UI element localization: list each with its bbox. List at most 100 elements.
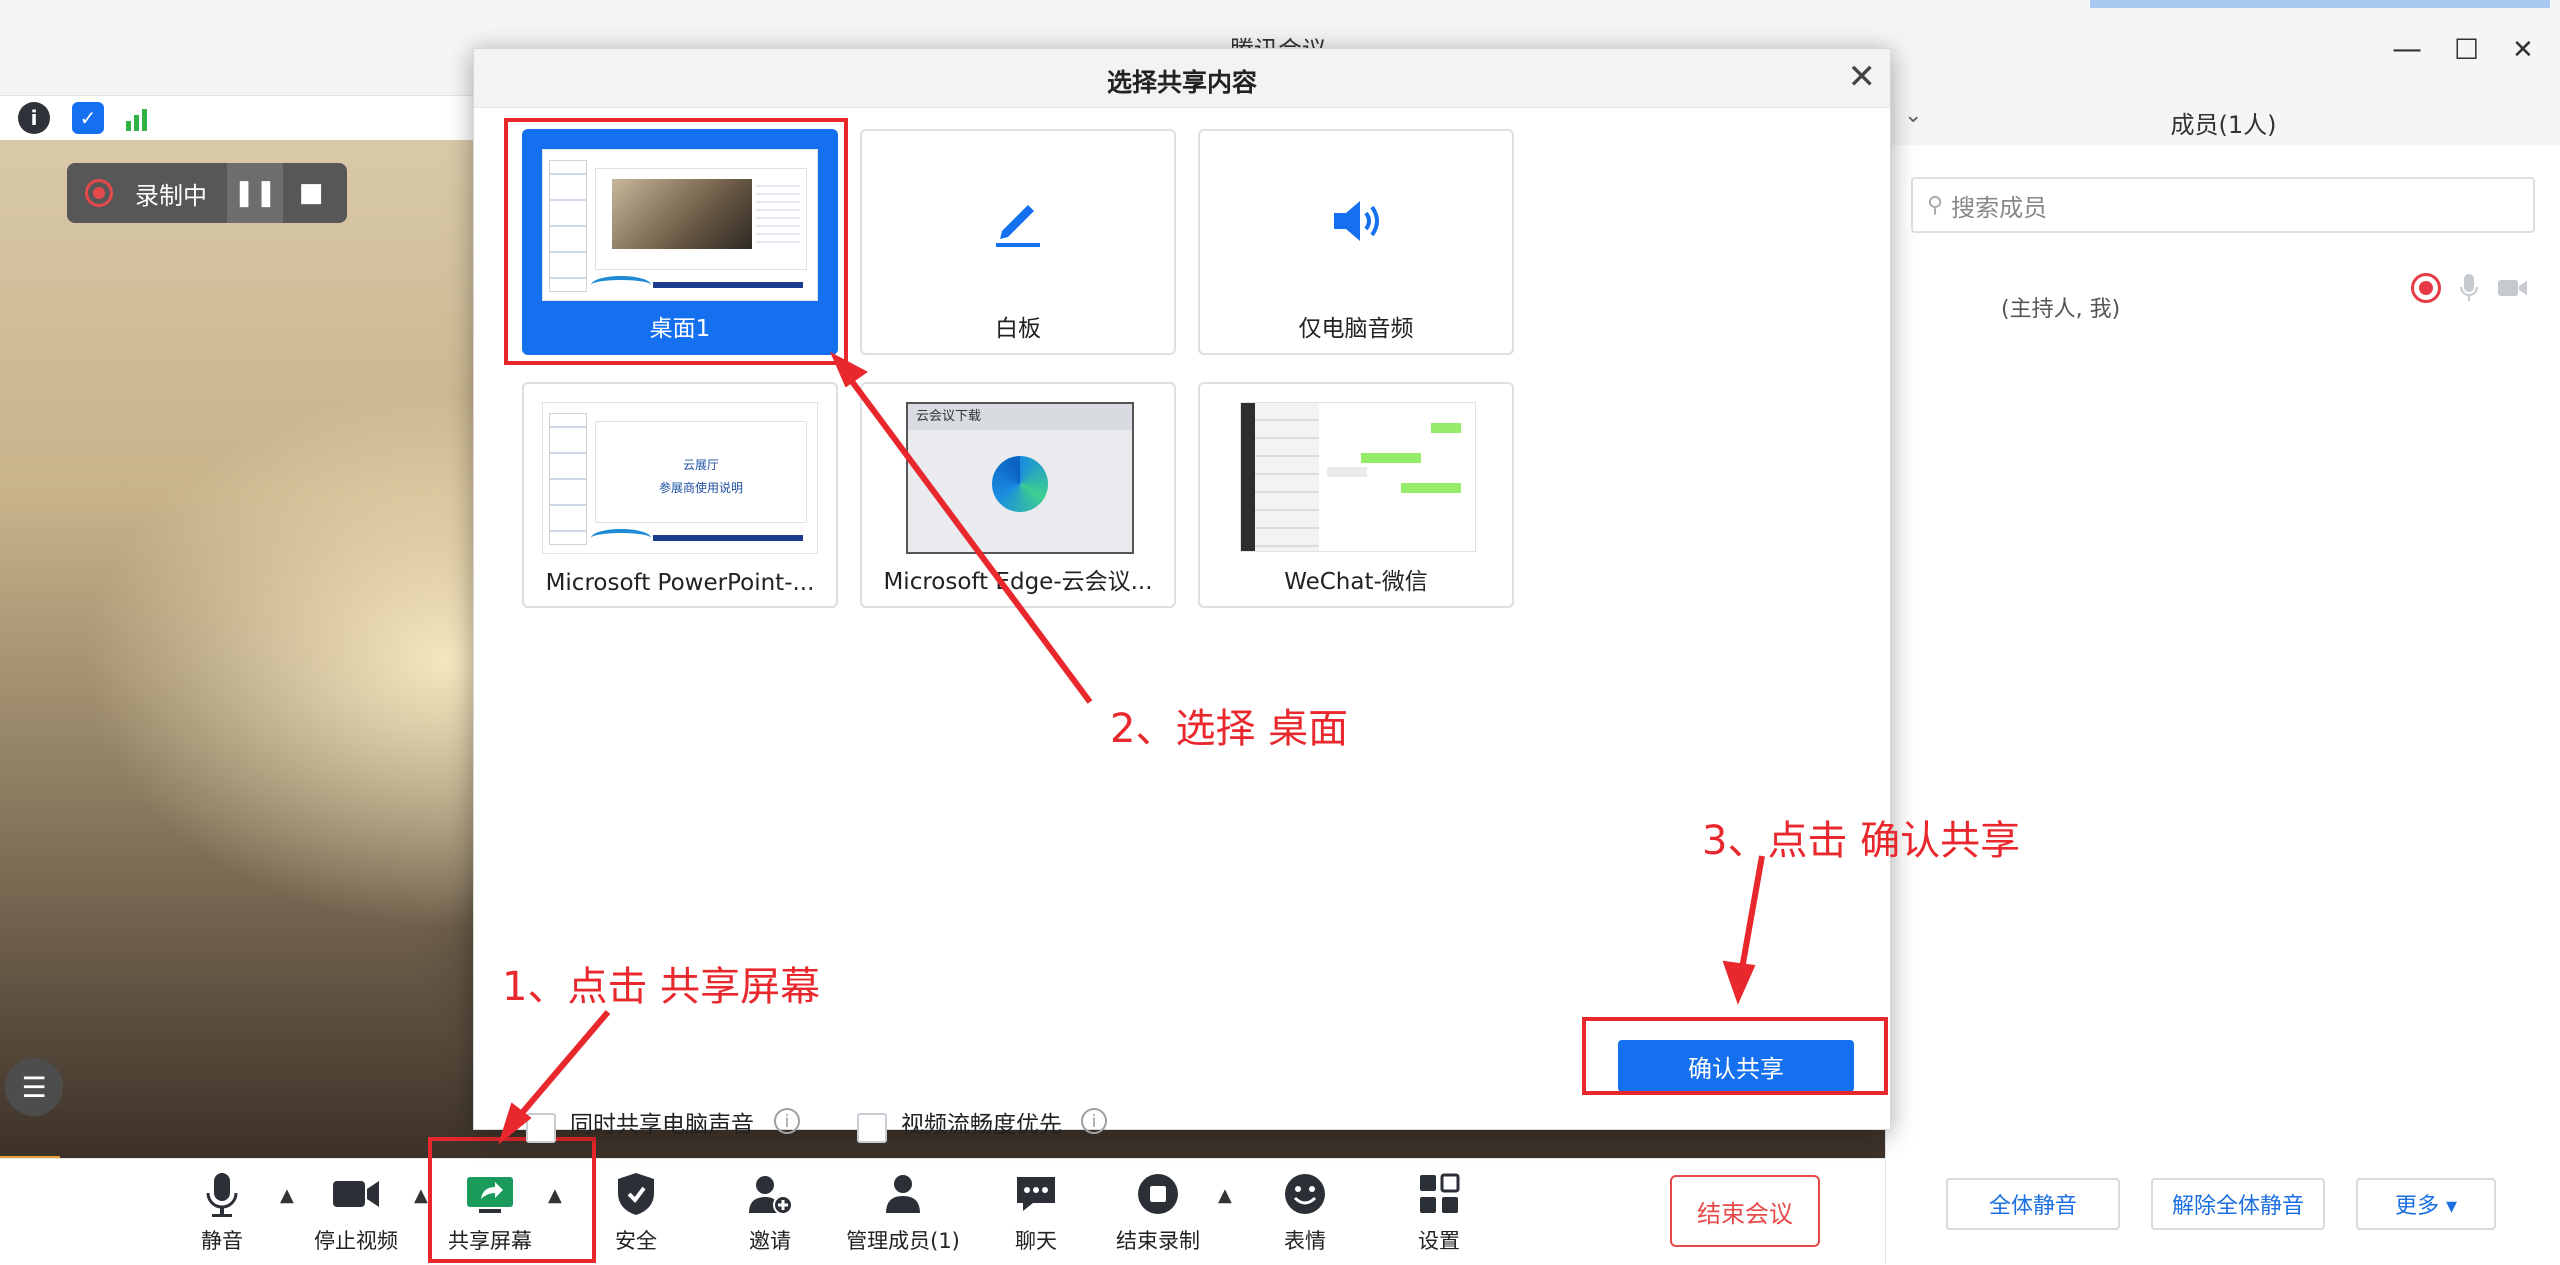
search-icon: ⚲ (1927, 192, 1944, 218)
members-panel: ⌄ 成员(1人) ⚲ 搜索成员 (主持人, 我) 全体静音 解除全体静音 更多 … (1885, 95, 2560, 1264)
emoji-icon (1245, 1169, 1365, 1223)
smooth-video-label: 视频流畅度优先 (901, 1112, 1062, 1138)
record-options-caret[interactable]: ▲ (1218, 1185, 1232, 1206)
stop-record-icon (1098, 1169, 1218, 1223)
stop-recording-toolbar-button[interactable]: 结束录制 (1098, 1169, 1218, 1255)
end-meeting-button[interactable]: 结束会议 (1670, 1175, 1820, 1247)
thumb-slide-list (549, 413, 587, 545)
camera-icon[interactable] (2497, 277, 2529, 299)
meeting-window: 腾讯会议 — ☐ ✕ i ✓ 录制中 ❚❚ ■ ☰ ⌄ 成员(1人) ⚲ 搜索成… (0, 0, 2560, 1265)
share-card-whiteboard[interactable]: 白板 (860, 129, 1176, 355)
confirm-share-highlight (1582, 1017, 1888, 1095)
settings-label: 设置 (1418, 1229, 1460, 1253)
info-icon[interactable]: i (1081, 1108, 1107, 1134)
wechat-bubble (1361, 453, 1421, 463)
search-placeholder: 搜索成员 (1951, 193, 2048, 222)
wechat-bubble (1401, 483, 1461, 493)
edge-logo-icon (992, 456, 1048, 512)
unmute-all-button[interactable]: 解除全体静音 (2151, 1178, 2325, 1230)
add-user-icon (710, 1169, 830, 1223)
smooth-video-checkbox[interactable] (857, 1113, 887, 1143)
minimize-button[interactable]: — (2392, 30, 2422, 70)
share-audio-label: 同时共享电脑声音 (570, 1112, 754, 1138)
maximize-button[interactable]: ☐ (2454, 30, 2479, 70)
edge-thumbnail: 云会议下载 (906, 402, 1134, 554)
members-title: 成员(1人) (2170, 111, 2277, 139)
annotation-step3: 3、点击 确认共享 (1702, 818, 2021, 864)
close-dialog-button[interactable]: ✕ (1848, 57, 1877, 97)
more-button[interactable]: 更多 ▾ (2356, 1178, 2496, 1230)
speaker-icon (1200, 191, 1512, 266)
member-role: (主持人, 我) (2001, 297, 2121, 322)
status-icons: i ✓ (18, 98, 147, 138)
settings-button[interactable]: 设置 (1379, 1169, 1499, 1255)
recording-label: 录制中 (135, 181, 207, 210)
member-search-input[interactable]: ⚲ 搜索成员 (1911, 177, 2535, 233)
whiteboard-card-label: 白板 (995, 316, 1041, 342)
edge-tab: 云会议下载 (908, 404, 1132, 430)
wechat-bubble (1327, 467, 1367, 477)
pause-recording-button[interactable]: ❚❚ (227, 163, 283, 223)
share-card-edge[interactable]: 云会议下载 Microsoft Edge-云会议... (860, 382, 1176, 608)
stop-video-label: 停止视频 (314, 1229, 398, 1253)
chat-icon (976, 1169, 1096, 1223)
recording-dot-icon (85, 179, 113, 207)
wechat-nav-strip (1241, 403, 1255, 551)
microphone-icon (162, 1169, 282, 1223)
share-audio-checkbox[interactable] (526, 1113, 556, 1143)
video-options-caret[interactable]: ▲ (414, 1185, 428, 1206)
shield-icon[interactable]: ✓ (72, 102, 104, 134)
top-banner-strip (2090, 0, 2550, 8)
signal-icon[interactable] (126, 105, 147, 131)
wechat-card-label: WeChat-微信 (1284, 569, 1428, 595)
mute-button[interactable]: 静音 (162, 1169, 282, 1255)
edge-card-label: Microsoft Edge-云会议... (883, 569, 1153, 595)
pencil-icon (862, 191, 1174, 266)
dialog-title: 选择共享内容 (1106, 68, 1257, 97)
annotation-step1: 1、点击 共享屏幕 (502, 964, 821, 1010)
list-icon[interactable]: ☰ (5, 1058, 63, 1116)
chat-label: 聊天 (1015, 1229, 1057, 1253)
camera-icon (296, 1169, 416, 1223)
share-screen-highlight (428, 1137, 596, 1263)
recording-icon (2411, 273, 2441, 303)
info-icon[interactable]: i (18, 102, 50, 134)
chat-button[interactable]: 聊天 (976, 1169, 1096, 1255)
meeting-toolbar: 静音 ▲ 停止视频 ▲ 共享屏幕 ▲ 安全 邀请 管理成员(1) 聊天 结束录制… (0, 1158, 1885, 1265)
stop-recording-button[interactable]: ■ (283, 163, 339, 223)
powerpoint-card-label: Microsoft PowerPoint-... (545, 570, 815, 596)
mute-all-button[interactable]: 全体静音 (1946, 1178, 2120, 1230)
thumb-slide-title: 云展厅 (682, 458, 719, 472)
stop-recording-label: 结束录制 (1116, 1229, 1200, 1253)
thumb-footer-bar (653, 535, 803, 541)
grid-icon (1379, 1169, 1499, 1223)
powerpoint-thumbnail: 云展厅 参展商使用说明 (542, 402, 818, 554)
reactions-button[interactable]: 表情 (1245, 1169, 1365, 1255)
manage-members-label: 管理成员(1) (846, 1229, 960, 1253)
members-header: ⌄ 成员(1人) (1886, 95, 2560, 145)
manage-members-button[interactable]: 管理成员(1) (843, 1169, 963, 1255)
reactions-label: 表情 (1284, 1229, 1326, 1253)
desktop-card-highlight (504, 118, 848, 365)
info-icon[interactable]: i (774, 1108, 800, 1134)
share-card-powerpoint[interactable]: 云展厅 参展商使用说明 Microsoft PowerPoint-... (522, 382, 838, 608)
members-icon (843, 1169, 963, 1223)
recording-indicator: 录制中 ❚❚ ■ (67, 163, 347, 223)
microphone-icon[interactable] (2459, 273, 2479, 303)
wechat-thumbnail (1240, 402, 1476, 552)
close-window-button[interactable]: ✕ (2512, 30, 2534, 70)
dialog-header: 选择共享内容 ✕ (474, 49, 1890, 108)
stop-video-button[interactable]: 停止视频 (296, 1169, 416, 1255)
wechat-chat-list (1255, 403, 1319, 551)
wechat-bubble (1431, 423, 1461, 433)
invite-button[interactable]: 邀请 (710, 1169, 830, 1255)
thumb-wave-decoration (591, 529, 651, 547)
share-card-audio[interactable]: 仅电脑音频 (1198, 129, 1514, 355)
mute-label: 静音 (201, 1229, 243, 1253)
member-status-icons (2411, 273, 2529, 303)
audio-card-label: 仅电脑音频 (1298, 316, 1414, 342)
share-card-wechat[interactable]: WeChat-微信 (1198, 382, 1514, 608)
mute-options-caret[interactable]: ▲ (280, 1185, 294, 1206)
invite-label: 邀请 (749, 1229, 791, 1253)
annotation-step2: 2、选择 桌面 (1110, 706, 1349, 752)
